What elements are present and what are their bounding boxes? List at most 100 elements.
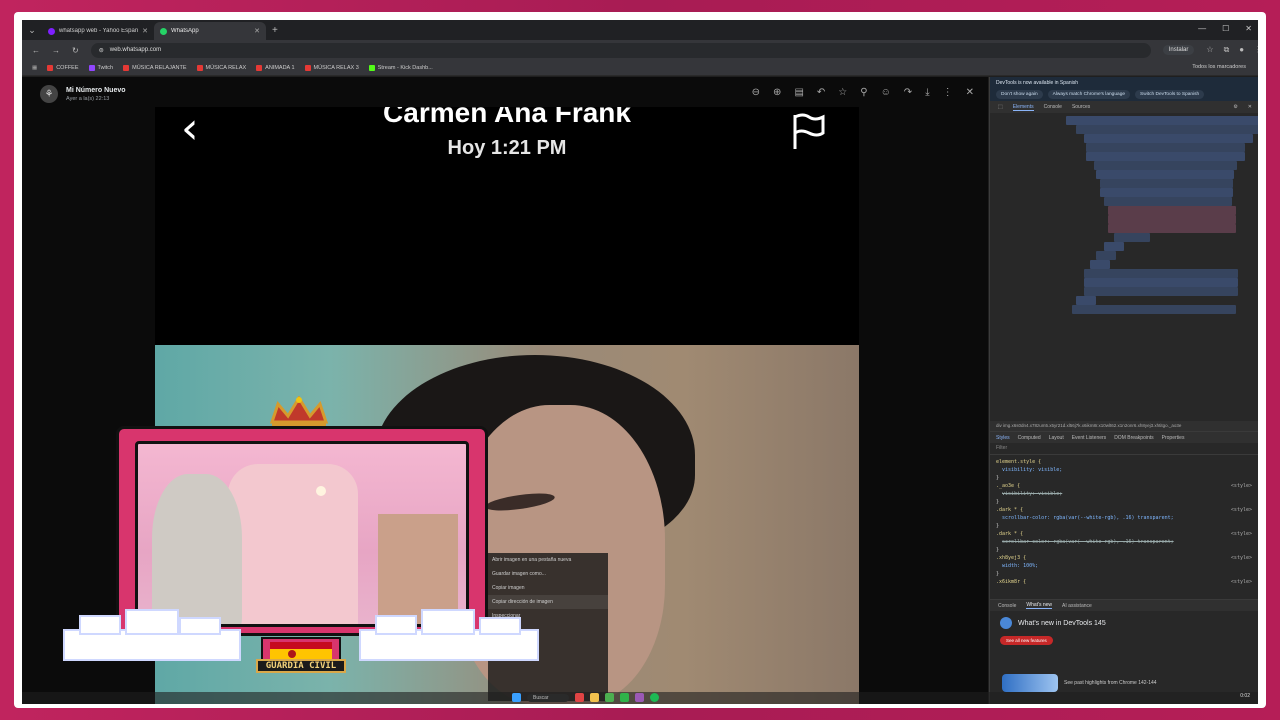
dom-node-selected <box>1108 206 1236 215</box>
chrome-icon[interactable] <box>604 693 614 702</box>
forward-icon[interactable]: → <box>52 46 60 55</box>
apps-icon[interactable]: ▦ <box>32 65 37 71</box>
star-icon[interactable]: ☆ <box>838 87 847 98</box>
bookmark-label: Twitch <box>97 64 114 71</box>
style-line: .x6ikm8r {<style> <box>996 579 1252 585</box>
url-bar[interactable]: ⊜ web.whatsapp.com <box>90 42 1151 58</box>
all-bookmarks-link[interactable]: Todos los marcadores <box>1192 64 1246 70</box>
tab-elements[interactable]: Elements <box>1012 104 1034 111</box>
switch-language-button[interactable]: Switch DevTools to Spanish <box>1135 90 1205 99</box>
reply-icon[interactable]: ↶ <box>817 87 825 98</box>
bookmark-label: MÚSICA RELAJANTE <box>132 64 187 71</box>
emoji-icon[interactable]: ☺ <box>881 87 891 98</box>
tab-console[interactable]: Console <box>1044 104 1062 110</box>
avatar[interactable]: ⚘ <box>40 85 58 103</box>
reload-icon[interactable]: ↻ <box>72 46 79 55</box>
app-icon[interactable] <box>634 693 644 702</box>
dom-node <box>1084 269 1238 278</box>
zoom-out-icon[interactable]: ⊖ <box>752 87 760 98</box>
tab-properties[interactable]: Properties <box>1162 435 1185 441</box>
whatsapp-favicon-icon <box>160 27 167 35</box>
devtools-tabs: ⬚ Elements Console Sources ⚙ ✕ <box>990 101 1258 113</box>
bookmark-item[interactable]: MÚSICA RELAX <box>196 64 246 71</box>
tab-ai-assistance[interactable]: AI assistance <box>1062 603 1092 609</box>
tab-event-listeners[interactable]: Event Listeners <box>1072 435 1106 441</box>
gear-icon[interactable]: ⚙ <box>1233 104 1237 110</box>
install-button[interactable]: Instalar <box>1162 45 1195 55</box>
styles-pane[interactable]: element.style { visibility: visible; } .… <box>990 455 1258 599</box>
dom-node <box>1072 305 1236 314</box>
caption-icon[interactable]: ▤ <box>794 87 803 98</box>
close-icon[interactable]: ✕ <box>966 87 974 98</box>
dont-show-again-button[interactable]: Don't show again <box>996 90 1043 99</box>
dom-tree[interactable] <box>990 113 1258 421</box>
bookmark-item[interactable]: MÚSICA RELAX 3 <box>304 64 359 71</box>
app-icon[interactable] <box>619 693 629 702</box>
tab-sources[interactable]: Sources <box>1072 104 1090 110</box>
styles-filter-input[interactable]: Filter <box>990 443 1258 455</box>
folder-icon[interactable] <box>589 693 599 702</box>
new-tab-icon[interactable]: + <box>272 25 278 36</box>
style-line: scrollbar-color: rgba(var(--white-rgb), … <box>1002 539 1174 545</box>
style-line: element.style { <box>996 459 1042 465</box>
back-icon[interactable]: ← <box>32 46 40 55</box>
spotify-icon[interactable] <box>649 693 659 702</box>
report-flag-icon <box>793 113 825 149</box>
minimize-icon[interactable]: — <box>1198 24 1206 33</box>
close-icon[interactable]: ✕ <box>1248 104 1252 110</box>
bookmark-star-icon[interactable]: ☆ <box>1206 45 1213 55</box>
inspect-icon[interactable]: ⬚ <box>998 104 1003 110</box>
tab-title: whatsapp web - Yahoo España <box>59 28 139 34</box>
tab-title: WhatsApp <box>171 28 199 34</box>
style-line: } <box>996 523 1000 529</box>
taskbar-center: Buscar <box>512 693 659 702</box>
bookmark-label: Stream - Kick Dashb... <box>377 64 433 71</box>
close-window-icon[interactable]: ✕ <box>1245 24 1252 33</box>
pin-icon[interactable]: ⚲ <box>860 87 867 98</box>
bookmark-item[interactable]: COFFEE <box>47 64 79 71</box>
viewer-toolbar: ⊖ ⊕ ▤ ↶ ☆ ⚲ ☺ ↷ ⤓ ⋮ ✕ <box>752 87 974 98</box>
style-line: } <box>996 475 1000 481</box>
message-time: Ayer a la(s) 22:13 <box>66 95 110 102</box>
windows-start-icon[interactable] <box>512 693 521 702</box>
download-icon[interactable]: ⤓ <box>925 87 929 98</box>
tab-layout[interactable]: Layout <box>1049 435 1064 441</box>
drawer-tabs: Console What's new AI assistance <box>990 599 1258 611</box>
breadcrumb[interactable]: div img.x6s0dn4.x78zum5.x5yr21d.xl56j7k.… <box>990 421 1258 431</box>
see-all-features-button[interactable]: See all new features <box>1000 636 1053 645</box>
more-icon[interactable]: ⋮ <box>943 87 953 98</box>
style-line: visibility: visible; <box>1002 491 1063 497</box>
tab-yahoo[interactable]: whatsapp web - Yahoo España ✕ <box>42 22 154 40</box>
maximize-icon[interactable]: ☐ <box>1222 24 1229 33</box>
bookmark-label: COFFEE <box>56 64 79 71</box>
whats-new-footer[interactable]: See past highlights from Chrome 142-144 <box>1002 674 1157 692</box>
tab-search-icon[interactable]: ⌄ <box>22 25 42 36</box>
zoom-in-icon[interactable]: ⊕ <box>773 87 781 98</box>
tab-styles[interactable]: Styles <box>996 435 1010 441</box>
match-language-button[interactable]: Always match Chrome's language <box>1047 90 1131 99</box>
tab-whats-new[interactable]: What's new <box>1026 602 1053 609</box>
style-line: } <box>996 547 1000 553</box>
bookmark-item[interactable]: Stream - Kick Dashb... <box>368 64 433 71</box>
bookmark-item[interactable]: ANIMADA 1 <box>256 64 295 71</box>
bookmark-item[interactable]: Twitch <box>88 64 114 71</box>
youtube-icon <box>256 64 263 71</box>
app-icon[interactable] <box>574 693 584 702</box>
close-tab-icon[interactable]: ✕ <box>254 27 260 35</box>
tab-drawer-console[interactable]: Console <box>998 603 1016 609</box>
extensions-icon[interactable]: ⧉ <box>1224 45 1230 55</box>
forward-icon[interactable]: ↷ <box>904 87 912 98</box>
bookmark-item[interactable]: MÚSICA RELAJANTE <box>123 64 187 71</box>
close-tab-icon[interactable]: ✕ <box>142 27 148 35</box>
dom-node-selected <box>1108 224 1236 233</box>
tab-whatsapp[interactable]: WhatsApp ✕ <box>154 22 266 40</box>
toolbar-icons: ☆ ⧉ ● ⋮ <box>1206 45 1258 55</box>
site-info-icon[interactable]: ⊜ <box>99 47 104 54</box>
tab-dom-breakpoints[interactable]: DOM Breakpoints <box>1114 435 1153 441</box>
profile-avatar-icon[interactable]: ● <box>1239 45 1244 55</box>
contact-info: Mi Número Nuevo Ayer a la(s) 22:13 <box>66 87 126 102</box>
taskbar-search[interactable]: Buscar <box>527 693 569 702</box>
tab-computed[interactable]: Computed <box>1018 435 1041 441</box>
style-line: scrollbar-color: rgba(var(--white-rgb), … <box>1002 515 1174 521</box>
menu-icon[interactable]: ⋮ <box>1254 45 1258 55</box>
